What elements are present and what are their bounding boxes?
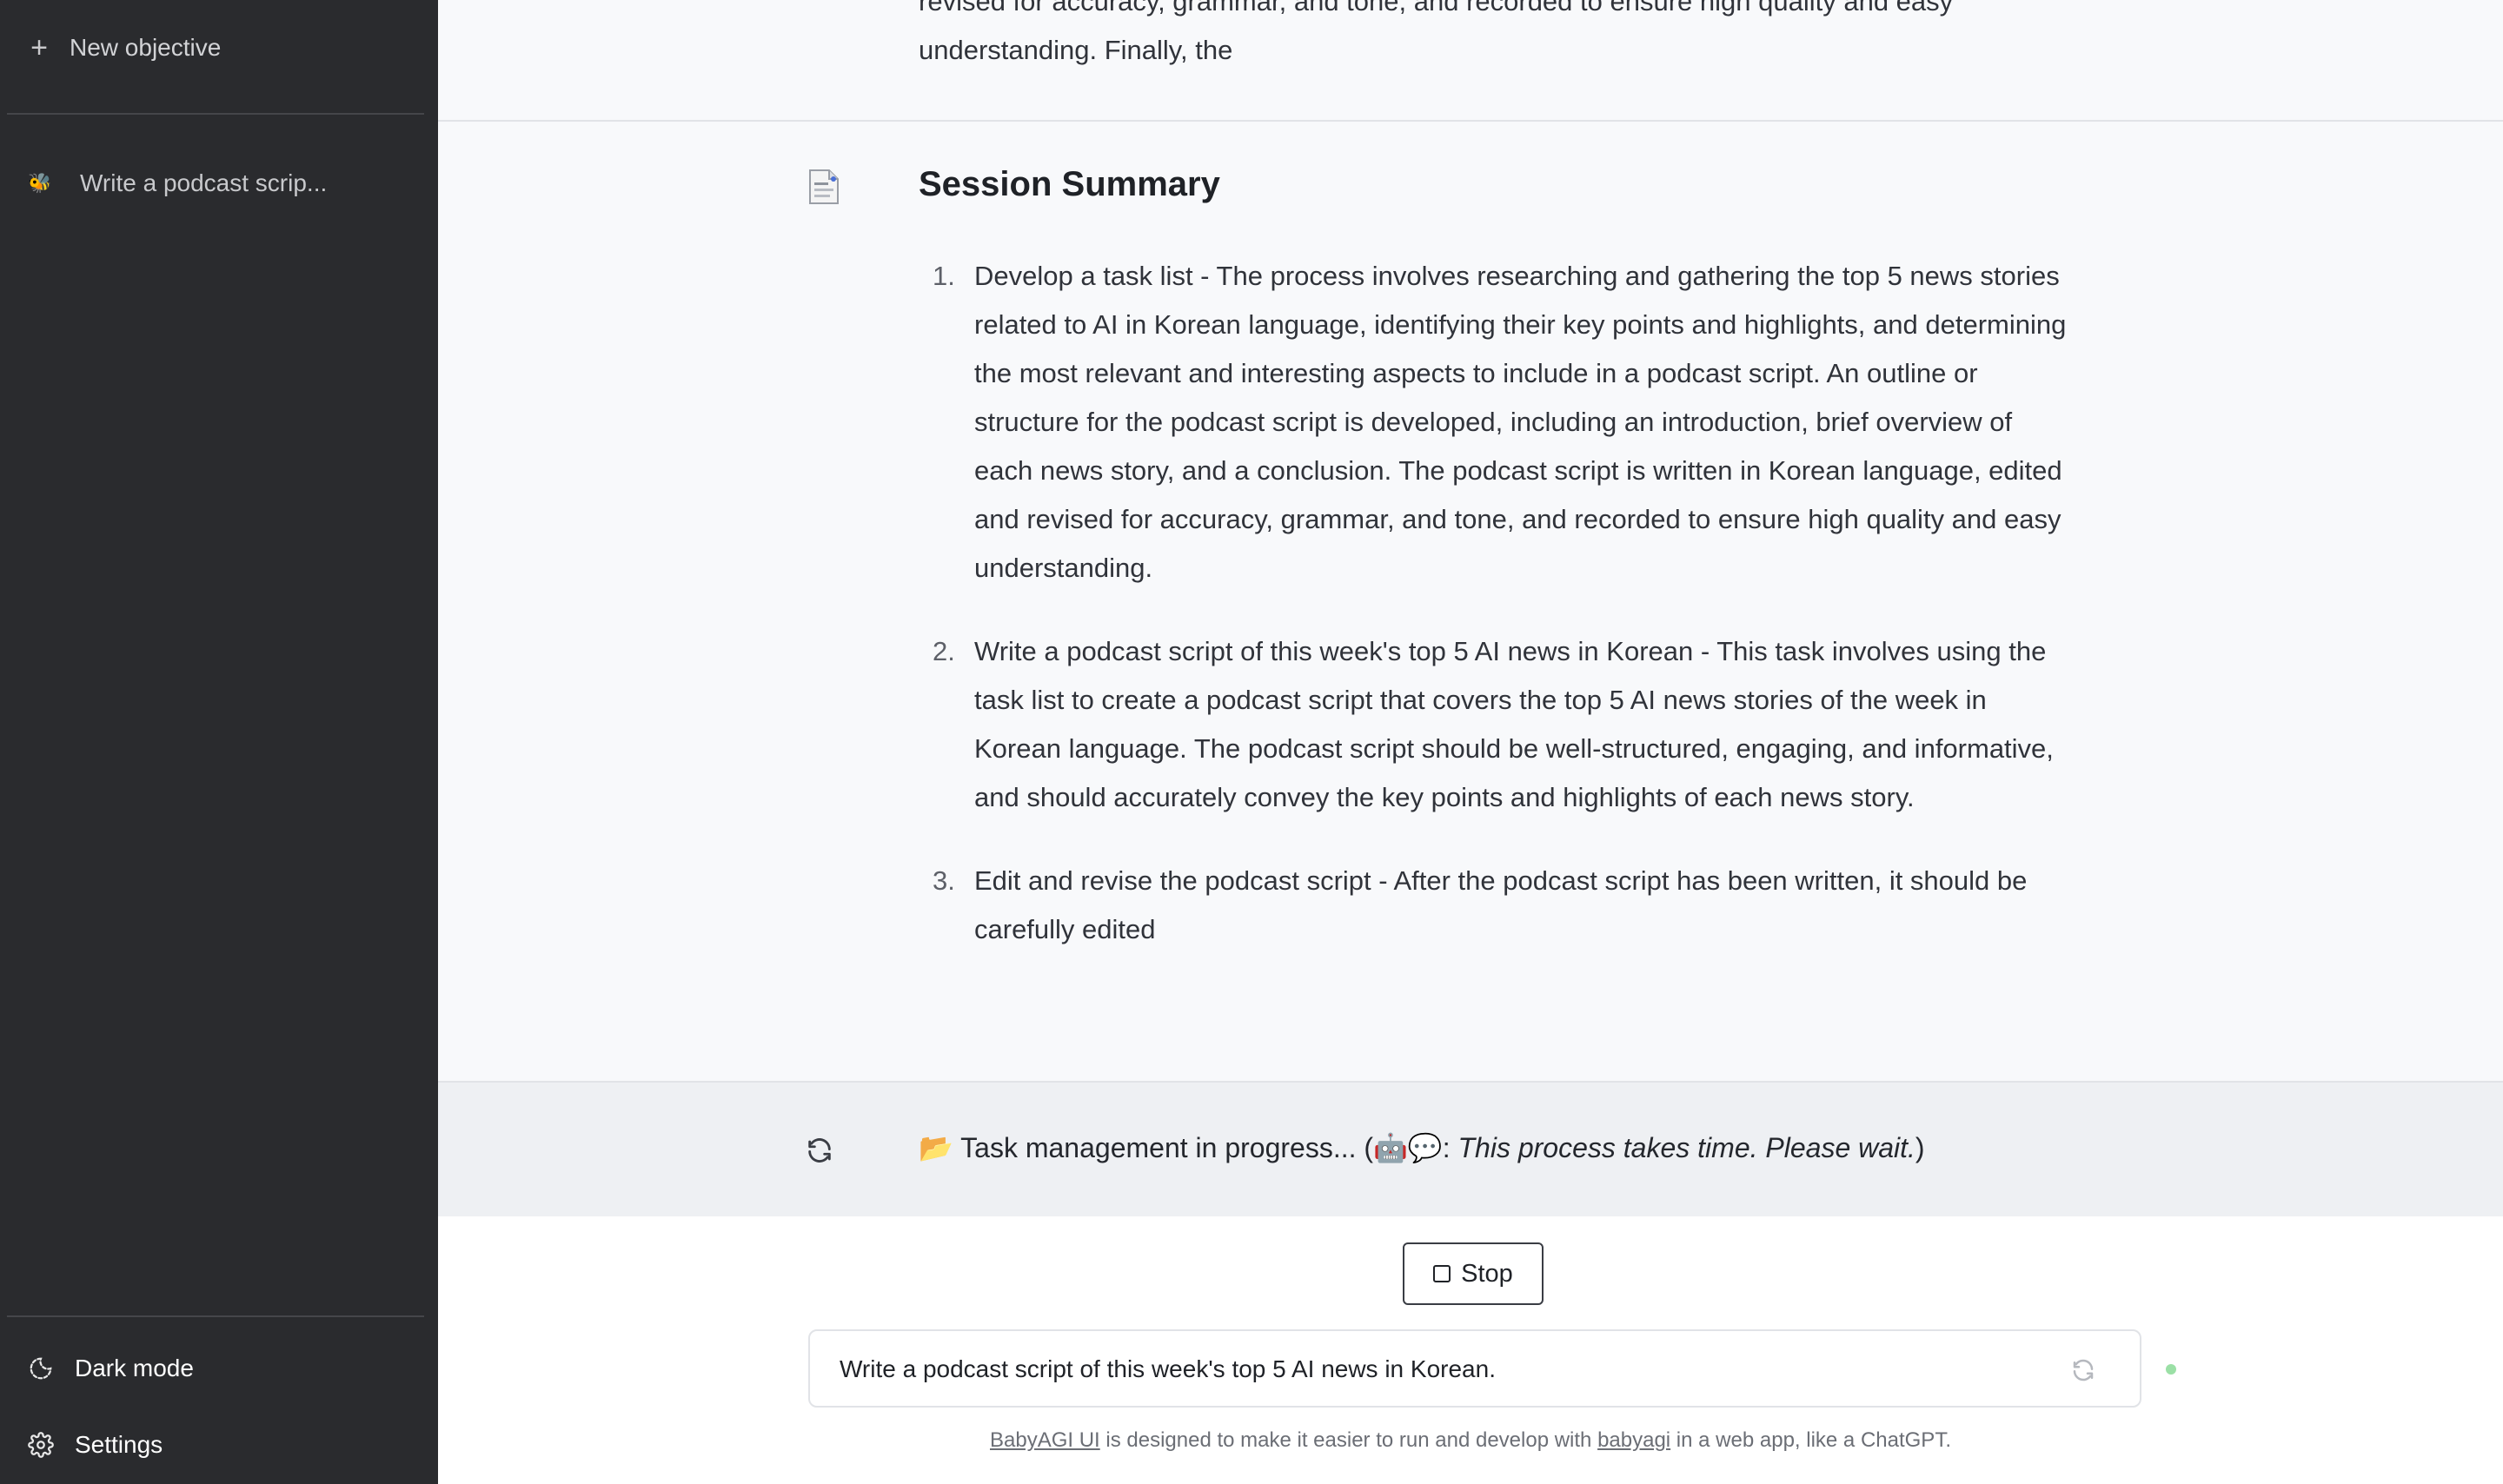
refresh-icon [808, 1138, 831, 1163]
progress-message: 📂 Task management in progress... (🤖💬: Th… [438, 1081, 2503, 1218]
list-item-number: 3. [933, 865, 955, 896]
robot-icon: 🤖💬 [1373, 1132, 1443, 1163]
objective-input[interactable] [838, 1331, 2041, 1408]
sidebar-item-label: Write a podcast scrip... [80, 169, 328, 196]
bee-icon: 🐝 [28, 172, 52, 194]
loading-icon [2073, 1359, 2094, 1381]
folder-icon: 📂 [919, 1132, 953, 1163]
list-item-number: 2. [933, 636, 955, 666]
sidebar: + New objective 🐝 Write a podcast scrip.… [0, 0, 438, 1484]
input-area: Stop BabyAGI UI is designed to make it e… [438, 1216, 2503, 1484]
footer: BabyAGI UI is designed to make it easier… [438, 1428, 2503, 1453]
list-item-text: Write a podcast script of this week's to… [974, 636, 2054, 812]
new-objective-button[interactable]: + New objective [28, 26, 221, 70]
list-item: 3. Edit and revise the podcast script - … [919, 857, 2075, 954]
gear-icon [28, 1432, 54, 1458]
summary-list: 1. Develop a task list - The process inv… [919, 252, 2075, 989]
moon-icon [30, 1357, 52, 1380]
session-summary-message: Session Summary 1. Develop a task list -… [438, 122, 2503, 1081]
dark-mode-button[interactable]: Dark mode [28, 1347, 194, 1390]
sidebar-divider [7, 113, 424, 115]
stop-icon [1433, 1265, 1451, 1282]
summary-title: Session Summary [919, 165, 1220, 203]
stop-button[interactable]: Stop [1403, 1242, 1544, 1305]
babyagi-ui-link[interactable]: BabyAGI UI [990, 1428, 1100, 1452]
stop-label: Stop [1461, 1259, 1513, 1288]
list-item: 1. Develop a task list - The process inv… [919, 252, 2075, 593]
progress-note: This process takes time. Please wait. [1457, 1132, 1915, 1163]
progress-text: 📂 Task management in progress... (🤖💬: Th… [919, 1131, 1925, 1164]
dark-mode-label: Dark mode [75, 1355, 194, 1381]
sidebar-divider [7, 1315, 424, 1317]
list-item-text: Develop a task list - The process involv… [974, 261, 2067, 583]
new-objective-label: New objective [70, 34, 222, 61]
sidebar-item-history[interactable]: 🐝 Write a podcast scrip... [28, 162, 327, 205]
document-icon [809, 169, 839, 204]
progress-colon: : [1442, 1132, 1458, 1163]
settings-button[interactable]: Settings [28, 1423, 163, 1467]
status-dot [2166, 1364, 2176, 1375]
settings-label: Settings [75, 1431, 163, 1458]
main-panel: revised for accuracy, grammar, and tone,… [438, 0, 2503, 1484]
list-item-number: 1. [933, 261, 955, 291]
progress-close: ) [1915, 1132, 1925, 1163]
previous-message: revised for accuracy, grammar, and tone,… [438, 0, 2503, 122]
previous-message-text: revised for accuracy, grammar, and tone,… [919, 0, 1954, 65]
list-item: 2. Write a podcast script of this week's… [919, 627, 2075, 822]
progress-status: Task management in progress... ( [960, 1132, 1374, 1163]
plus-icon: + [30, 30, 48, 64]
footer-text: in a web app, like a ChatGPT. [1670, 1428, 1951, 1452]
objective-input-box [808, 1329, 2141, 1408]
footer-text: is designed to make it easier to run and… [1099, 1428, 1598, 1452]
list-item-text: Edit and revise the podcast script - Aft… [974, 865, 2028, 944]
babyagi-link[interactable]: babyagi [1597, 1428, 1670, 1452]
